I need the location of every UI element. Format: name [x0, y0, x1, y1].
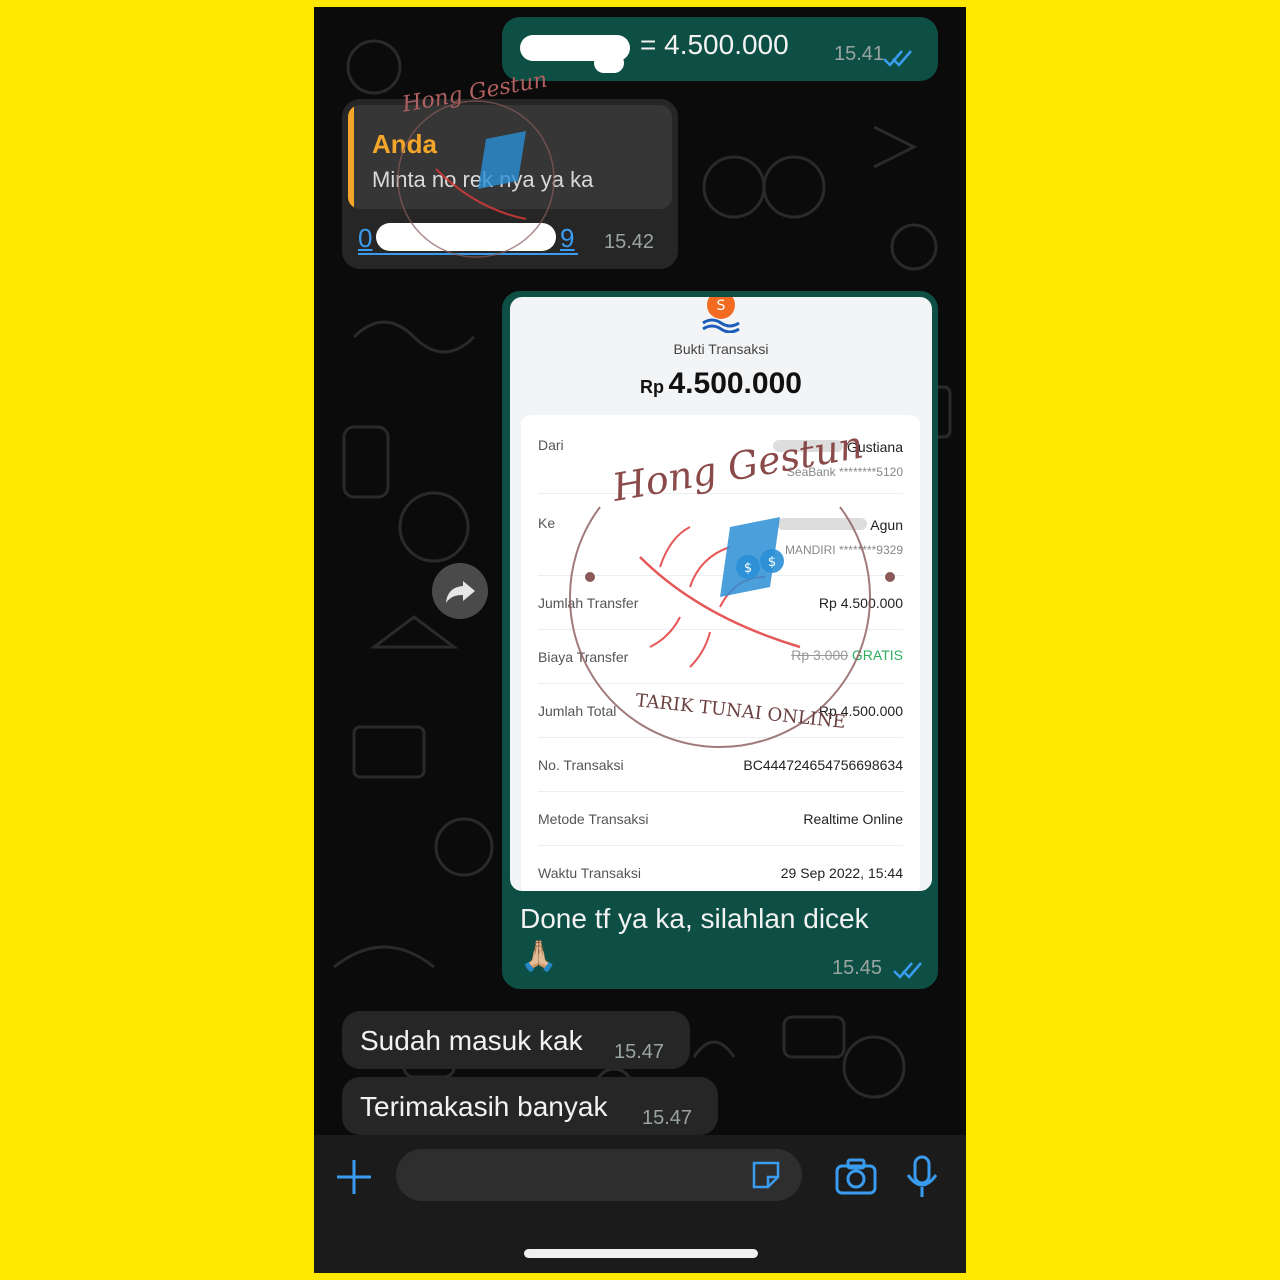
message-time: 15.41 [834, 43, 885, 65]
microphone-icon[interactable] [904, 1155, 940, 1199]
row-divider [538, 737, 903, 738]
quote-author: Anda [372, 129, 437, 159]
receipt-value: BC444724654756698634 [743, 757, 903, 773]
transaction-receipt-image[interactable]: S Bukti Transaksi Rp 4.500.000 Dari Gust… [510, 297, 932, 891]
free-label: GRATIS [851, 647, 903, 663]
sticker-icon[interactable] [748, 1157, 784, 1193]
double-check-icon [893, 962, 922, 979]
row-divider [538, 629, 903, 630]
receipt-label: Waktu Transaksi [538, 865, 641, 881]
receipt-value: Rp 3.000 GRATIS [791, 647, 903, 663]
message-time: 15.42 [604, 231, 655, 253]
message-composer [314, 1135, 966, 1273]
plus-icon[interactable] [334, 1157, 374, 1197]
account-number-link-end[interactable]: 9 [560, 223, 574, 254]
link-underline [358, 253, 578, 255]
receipt-value: 29 Sep 2022, 15:44 [780, 865, 903, 881]
receipt-sub-value: SeaBank ********5120 [786, 465, 903, 479]
message-time: 15.47 [614, 1041, 665, 1063]
redacted-name [773, 440, 844, 452]
receipt-label: Jumlah Total [538, 703, 617, 719]
camera-icon[interactable] [834, 1157, 878, 1197]
redacted-text [376, 223, 556, 251]
receipt-amount: Rp 4.500.000 [510, 367, 932, 401]
message-time: 15.47 [642, 1107, 693, 1129]
amount-currency: Rp [640, 377, 665, 397]
svg-text:S: S [717, 298, 726, 314]
message-input[interactable] [396, 1149, 802, 1201]
double-check-icon [883, 50, 912, 67]
quoted-message[interactable]: Anda Minta no rek nya ya ka [348, 105, 672, 209]
message-text: = 4.500.000 [640, 29, 789, 60]
message-text: Terimakasih banyak [360, 1091, 608, 1122]
receipt-value: Gustiana SeaBank ********5120 [773, 439, 903, 479]
phone-screen: = 4.500.000 15.41 Anda Minta no rek nya … [314, 7, 966, 1273]
outgoing-message[interactable]: = 4.500.000 15.41 [502, 17, 938, 81]
receipt-label: Jumlah Transfer [538, 595, 639, 611]
receipt-label: Metode Transaksi [538, 811, 649, 827]
home-indicator [524, 1249, 758, 1258]
amount-value: 4.500.000 [668, 367, 802, 400]
seabank-logo-icon: S [702, 297, 740, 333]
receipt-label: Ke [538, 515, 556, 531]
row-divider [538, 493, 903, 494]
receipt-label: Dari [538, 437, 564, 453]
incoming-message[interactable]: Terimakasih banyak 15.47 [342, 1077, 718, 1135]
receipt-value: Rp 4.500.000 [818, 595, 903, 611]
receipt-label: No. Transaksi [538, 757, 624, 773]
receipt-details: Dari Gustiana SeaBank ********5120 Ke Ag… [521, 415, 920, 891]
image-caption: Done tf ya ka, silahlan dicek [520, 903, 869, 934]
struck-fee: Rp 3.000 [791, 647, 849, 663]
receipt-title: Bukti Transaksi [673, 341, 769, 357]
redacted-text [594, 53, 624, 73]
row-divider [538, 683, 903, 684]
prayer-emoji: 🙏🏼 [520, 940, 558, 973]
incoming-message[interactable]: Sudah masuk kak 15.47 [342, 1011, 690, 1069]
receipt-value: Realtime Online [803, 811, 903, 827]
row-divider [538, 791, 903, 792]
forward-button[interactable] [432, 563, 488, 619]
incoming-message[interactable]: Anda Minta no rek nya ya ka 0 9 15.42 [342, 99, 678, 269]
redacted-name [777, 518, 868, 530]
account-number-link[interactable]: 0 [358, 223, 372, 254]
receipt-value: Rp 4.500.000 [818, 703, 903, 719]
receipt-value: Agun MANDIRI ********9329 [777, 517, 903, 557]
row-divider [538, 575, 903, 576]
message-time: 15.45 [832, 957, 883, 979]
receipt-sub-value: MANDIRI ********9329 [784, 543, 903, 557]
quote-bar [348, 105, 354, 209]
forward-arrow-icon [446, 581, 475, 603]
quote-text: Minta no rek nya ya ka [372, 167, 594, 192]
message-text: Sudah masuk kak [360, 1025, 583, 1056]
row-divider [538, 845, 903, 846]
receipt-label: Biaya Transfer [538, 649, 629, 665]
